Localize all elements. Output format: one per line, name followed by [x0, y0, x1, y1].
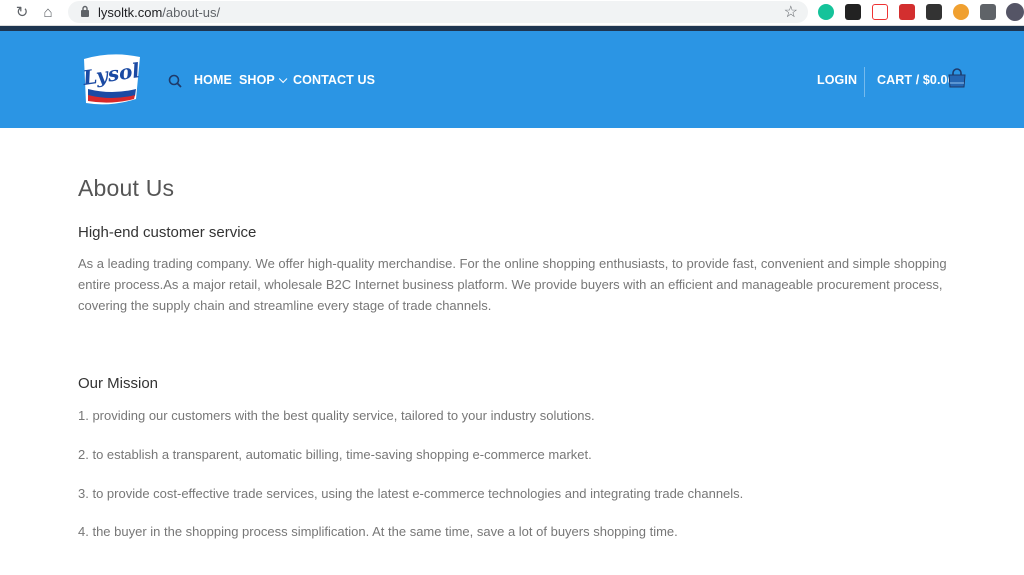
section-heading-customer-service: High-end customer service	[78, 224, 257, 241]
nav-shop-label: SHOP	[239, 73, 275, 87]
paragraph-line: As a leading trading company. We offer h…	[78, 256, 947, 271]
address-bar[interactable]: lysoltk.com/about-us/ ☆	[68, 1, 808, 23]
site-header: Lysol HOME SHOP CONTACT US LOGIN CART / …	[0, 26, 1024, 128]
url-path: /about-us/	[162, 5, 221, 20]
nav-home[interactable]: HOME	[194, 73, 232, 87]
mission-item: 1. providing our customers with the best…	[78, 408, 595, 423]
header-divider	[864, 67, 865, 97]
lock-icon	[81, 5, 89, 17]
browser-toolbar: ↻ ⌂ lysoltk.com/about-us/ ☆	[0, 0, 1024, 26]
paragraph-line: entire process.As a major retail, wholes…	[78, 277, 943, 292]
extension-icon[interactable]	[953, 4, 969, 20]
login-link[interactable]: LOGIN	[817, 73, 857, 87]
shopping-bag-icon[interactable]	[948, 68, 966, 88]
search-icon[interactable]	[168, 74, 182, 88]
mission-item: 3. to provide cost-effective trade servi…	[78, 486, 744, 501]
reload-icon[interactable]: ↻	[12, 3, 32, 23]
pdf-extension-icon[interactable]	[899, 4, 915, 20]
puzzle-extensions-icon[interactable]	[980, 4, 996, 20]
lysol-logo[interactable]: Lysol	[78, 49, 146, 111]
url-text: lysoltk.com/about-us/	[98, 5, 220, 20]
extension-icon[interactable]	[845, 4, 861, 20]
extension-icon[interactable]	[872, 4, 888, 20]
section-heading-our-mission: Our Mission	[78, 375, 159, 392]
paragraph-line: covering the supply chain and streamline…	[78, 298, 492, 313]
url-host: lysoltk.com	[98, 5, 163, 20]
profile-avatar[interactable]	[1006, 3, 1024, 21]
nav-contact-us[interactable]: CONTACT US	[293, 73, 375, 87]
chevron-down-icon	[278, 74, 288, 84]
mission-item: 4. the buyer in the shopping process sim…	[78, 524, 678, 539]
extension-icon[interactable]	[926, 4, 942, 20]
cart-link[interactable]: CART / $0.00	[877, 73, 955, 87]
nav-shop[interactable]: SHOP	[239, 73, 288, 87]
page-title: About Us	[78, 175, 175, 201]
bookmark-star-icon[interactable]: ☆	[784, 2, 798, 22]
mission-item: 2. to establish a transparent, automatic…	[78, 447, 592, 462]
grammarly-extension-icon[interactable]	[818, 4, 834, 20]
home-icon[interactable]: ⌂	[38, 3, 58, 23]
